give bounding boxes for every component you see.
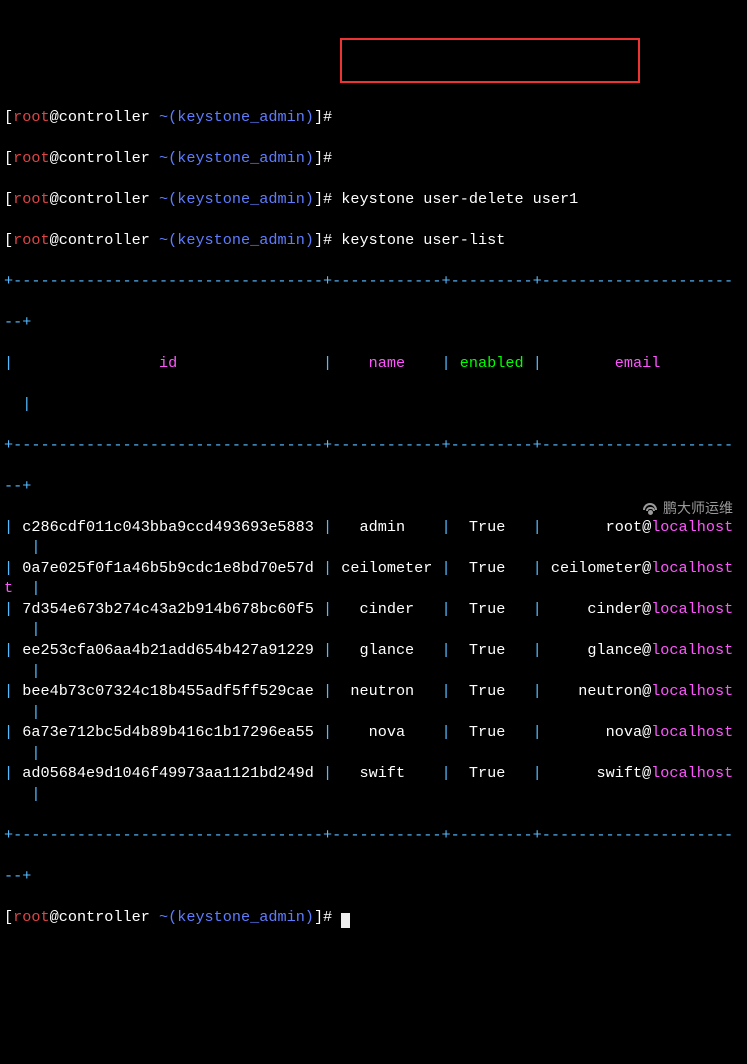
table-row-wrap: t | xyxy=(4,578,743,599)
table-body: | c286cdf011c043bba9ccd493693e5883 | adm… xyxy=(4,517,743,804)
table-row: | ad05684e9d1046f49973aa1121bd249d | swi… xyxy=(4,763,743,784)
table-row: | 6a73e712bc5d4b89b416c1b17296ea55 | nov… xyxy=(4,722,743,743)
watermark-text: 鹏大师运维 xyxy=(663,499,733,518)
table-border: +----------------------------------+----… xyxy=(4,825,743,846)
table-row-wrap: | xyxy=(4,619,743,640)
col-id: id xyxy=(159,354,177,372)
prompt-line-cursor[interactable]: [root@controller ~(keystone_admin)]# xyxy=(4,907,743,928)
table-border: +----------------------------------+----… xyxy=(4,435,743,456)
table-border: --+ xyxy=(4,312,743,333)
table-row: | 0a7e025f0f1a46b5b9cdc1e8bd70e57d | cei… xyxy=(4,558,743,579)
command-line-list: [root@controller ~(keystone_admin)]# key… xyxy=(4,230,743,251)
table-row: | ee253cfa06aa4b21add654b427a91229 | gla… xyxy=(4,640,743,661)
table-row: | c286cdf011c043bba9ccd493693e5883 | adm… xyxy=(4,517,743,538)
command-line-delete: [root@controller ~(keystone_admin)]# key… xyxy=(4,189,743,210)
highlight-annotation xyxy=(340,38,640,83)
table-border: --+ xyxy=(4,476,743,497)
table-border: +----------------------------------+----… xyxy=(4,271,743,292)
table-row: | bee4b73c07324c18b455adf5ff529cae | neu… xyxy=(4,681,743,702)
table-row-wrap: | xyxy=(4,537,743,558)
table-row-wrap: | xyxy=(4,702,743,723)
table-border: | xyxy=(4,394,743,415)
col-name: name xyxy=(369,354,405,372)
table-row-wrap: | xyxy=(4,661,743,682)
command-text: keystone user-list xyxy=(341,231,505,249)
table-header-row: | id | name | enabled | email xyxy=(4,353,743,374)
table-border: --+ xyxy=(4,866,743,887)
command-text: keystone user-delete user1 xyxy=(341,190,578,208)
col-enabled: enabled xyxy=(460,354,524,372)
table-row-wrap: | xyxy=(4,743,743,764)
col-email: email xyxy=(615,354,661,372)
table-row: | 7d354e673b274c43a2b914b678bc60f5 | cin… xyxy=(4,599,743,620)
table-row-wrap: | xyxy=(4,784,743,805)
watermark: 鹏大师运维 xyxy=(643,499,733,518)
wechat-icon xyxy=(643,503,657,515)
cursor-icon xyxy=(341,913,349,928)
terminal[interactable]: [root@controller ~(keystone_admin)]# [ro… xyxy=(4,86,743,948)
prompt-line-empty: [root@controller ~(keystone_admin)]# xyxy=(4,148,743,169)
prompt-line-empty: [root@controller ~(keystone_admin)]# xyxy=(4,107,743,128)
